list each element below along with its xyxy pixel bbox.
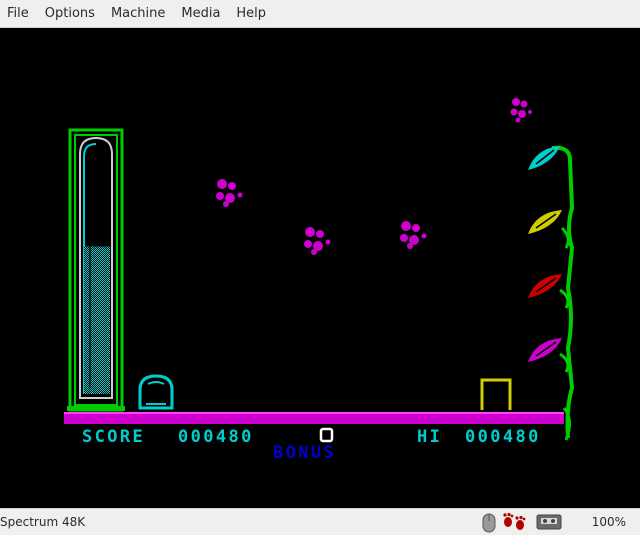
energy-level-fill [84,246,110,394]
menu-file[interactable]: File [0,0,37,28]
energy-tube [67,128,125,412]
hi-score-label: HI [417,427,443,447]
score-value: 000480 [178,427,254,447]
machine-name: Spectrum 48K [0,515,86,529]
vine-stalk [551,145,575,441]
menu-bar: File Options Machine Media Help [0,0,640,28]
ground-texture [64,412,564,414]
score-label: SCORE [82,427,146,447]
spore-cluster [304,227,331,255]
bonus-label: BONUS [273,443,337,463]
menu-help[interactable]: Help [228,0,274,28]
mouse-icon[interactable] [482,513,496,533]
leaf-red [528,274,562,298]
yellow-arch [480,378,512,410]
emulator-screen[interactable]: SCORE 000480 HI 000480 BONUS [0,28,640,508]
tape-icon[interactable] [536,513,562,531]
player-blob [138,374,174,410]
menu-machine[interactable]: Machine [103,0,173,28]
menu-media[interactable]: Media [173,0,228,28]
joystick-footprints-icon[interactable] [502,513,530,533]
hi-score-value: 000480 [465,427,541,447]
zoom-level: 100% [591,515,626,529]
spore-cluster [216,179,243,207]
spore-cluster [400,221,427,249]
menu-options[interactable]: Options [37,0,103,28]
bonus-indicator [319,427,334,443]
leaf-yellow [528,210,562,234]
status-bar: Spectrum 48K 100% [0,508,640,535]
leaf-magenta [528,338,562,362]
spore-cluster [510,98,532,123]
leaf-cyan [528,146,560,170]
status-icons [482,513,562,533]
